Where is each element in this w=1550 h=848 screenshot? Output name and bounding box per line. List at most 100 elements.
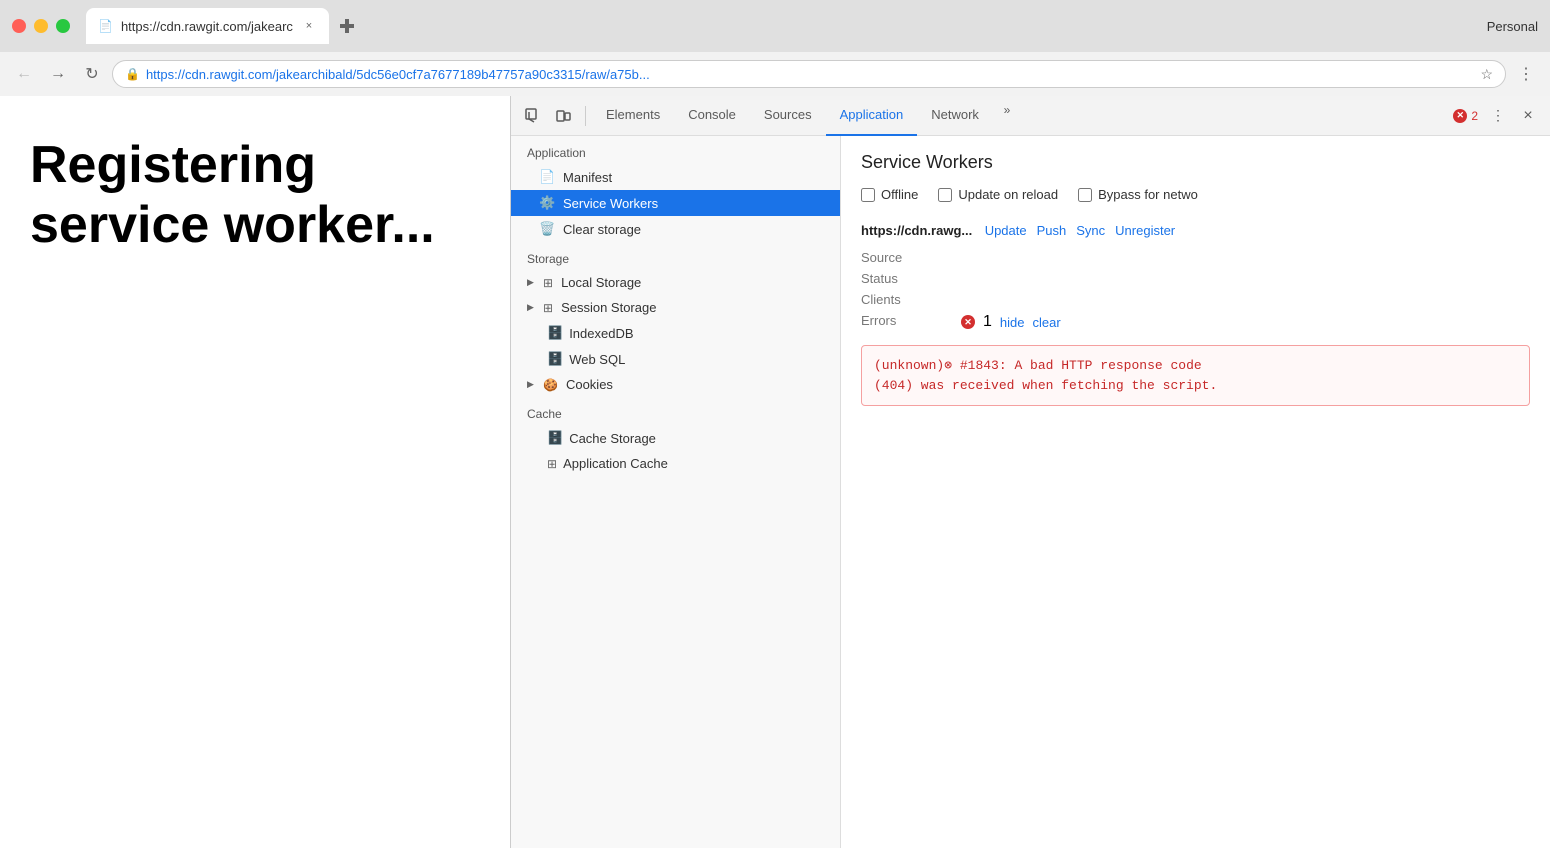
update-on-reload-checkbox[interactable] [938, 188, 952, 202]
minimize-button[interactable] [34, 19, 48, 33]
service-workers-icon: ⚙️ [539, 195, 555, 211]
tab-close-button[interactable]: × [301, 18, 317, 34]
sidebar-item-indexeddb[interactable]: 🗄️ IndexedDB [511, 320, 840, 346]
sw-push-link[interactable]: Push [1037, 223, 1067, 238]
main-content: Registering service worker... [0, 96, 1550, 848]
sw-clear-link[interactable]: clear [1032, 315, 1060, 330]
session-storage-arrow: ▶ [527, 302, 539, 313]
error-icon: ✕ [1453, 109, 1467, 123]
bookmark-button[interactable]: ☆ [1480, 66, 1493, 83]
address-bar[interactable]: 🔒 https://cdn.rawgit.com/jakearchibald/5… [112, 60, 1506, 88]
sw-error-message: (unknown)⊗ #1843: A bad HTTP response co… [874, 358, 1217, 393]
sw-actions: Update Push Sync Unregister [985, 223, 1175, 238]
sidebar-item-cookies[interactable]: ▶ 🍪 Cookies [511, 372, 840, 397]
sidebar-item-local-storage[interactable]: ▶ ⊞ Local Storage [511, 270, 840, 295]
local-storage-label: Local Storage [561, 275, 641, 290]
sw-error-count: 1 [983, 313, 992, 331]
offline-option[interactable]: Offline [861, 187, 918, 202]
application-cache-label: Application Cache [563, 456, 668, 471]
update-on-reload-option[interactable]: Update on reload [938, 187, 1058, 202]
sw-sync-link[interactable]: Sync [1076, 223, 1105, 238]
devtools-close-button[interactable]: × [1514, 102, 1542, 130]
cookies-icon: 🍪 [543, 378, 558, 392]
url-text: https://cdn.rawgit.com/jakearchibald/5dc… [146, 67, 1474, 82]
sidebar-item-cache-storage[interactable]: 🗄️ Cache Storage [511, 425, 840, 451]
panel-title: Service Workers [861, 152, 1530, 173]
status-value [961, 271, 1530, 286]
devtools-tabs: Elements Console Sources Application Net… [592, 96, 1447, 136]
cache-storage-icon: 🗄️ [547, 430, 563, 446]
window-controls [12, 19, 70, 33]
tab-sources[interactable]: Sources [750, 96, 826, 136]
clients-label: Clients [861, 292, 961, 307]
web-sql-icon: 🗄️ [547, 351, 563, 367]
devtools-body: Application 📄 Manifest ⚙️ Service Worker… [511, 136, 1550, 848]
cookies-label: Cookies [566, 377, 613, 392]
offline-checkbox[interactable] [861, 188, 875, 202]
sw-url: https://cdn.rawg... [861, 223, 972, 238]
sidebar-item-service-workers[interactable]: ⚙️ Service Workers [511, 190, 840, 216]
title-bar: 📄 https://cdn.rawgit.com/jakearc × Perso… [0, 0, 1550, 52]
sw-errors-links: hide clear [1000, 315, 1061, 330]
sw-options: Offline Update on reload Bypass for netw… [861, 187, 1530, 202]
close-button[interactable] [12, 19, 26, 33]
devtools-toolbar: Elements Console Sources Application Net… [511, 96, 1550, 136]
heading-line1: Registering [30, 136, 316, 194]
update-on-reload-label: Update on reload [958, 187, 1058, 202]
inspect-element-button[interactable] [519, 102, 547, 130]
device-toolbar-button[interactable] [549, 102, 577, 130]
new-tab-button[interactable] [333, 12, 361, 40]
maximize-button[interactable] [56, 19, 70, 33]
cache-section-header: Cache [511, 397, 840, 425]
source-label: Source [861, 250, 961, 265]
application-cache-icon: ⊞ [547, 457, 557, 471]
sidebar-item-web-sql[interactable]: 🗄️ Web SQL [511, 346, 840, 372]
sidebar-item-application-cache[interactable]: ⊞ Application Cache [511, 451, 840, 476]
service-workers-label: Service Workers [563, 196, 658, 211]
browser-tab[interactable]: 📄 https://cdn.rawgit.com/jakearc × [86, 8, 329, 44]
source-value [961, 250, 1530, 265]
reload-button[interactable]: ↻ [78, 60, 106, 88]
web-sql-label: Web SQL [569, 352, 625, 367]
status-label: Status [861, 271, 961, 286]
service-workers-panel: Service Workers Offline Update on reload… [841, 136, 1550, 848]
tab-network[interactable]: Network [917, 96, 993, 136]
bypass-for-network-checkbox[interactable] [1078, 188, 1092, 202]
bypass-for-network-option[interactable]: Bypass for netwo [1078, 187, 1198, 202]
tab-console[interactable]: Console [674, 96, 750, 136]
forward-button[interactable]: → [44, 60, 72, 88]
tab-elements[interactable]: Elements [592, 96, 674, 136]
clear-storage-icon: 🗑️ [539, 221, 555, 237]
offline-label: Offline [881, 187, 918, 202]
cache-storage-label: Cache Storage [569, 431, 656, 446]
more-options-button[interactable]: ⋮ [1512, 60, 1540, 88]
sw-unregister-link[interactable]: Unregister [1115, 223, 1175, 238]
sidebar-item-manifest[interactable]: 📄 Manifest [511, 164, 840, 190]
sw-hide-link[interactable]: hide [1000, 315, 1025, 330]
local-storage-grid-icon: ⊞ [543, 276, 553, 290]
sw-errors-row: ✕ 1 hide clear [961, 313, 1530, 331]
session-storage-label: Session Storage [561, 300, 656, 315]
back-button[interactable]: ← [10, 60, 38, 88]
devtools-menu-button[interactable]: ⋮ [1484, 102, 1512, 130]
profile-label: Personal [1487, 19, 1538, 34]
tab-title: https://cdn.rawgit.com/jakearc [121, 19, 293, 34]
sidebar-item-clear-storage[interactable]: 🗑️ Clear storage [511, 216, 840, 242]
page-content: Registering service worker... [0, 96, 510, 848]
sw-entry: https://cdn.rawg... Update Push Sync Unr… [861, 222, 1530, 406]
devtools-panel: Elements Console Sources Application Net… [510, 96, 1550, 848]
sw-update-link[interactable]: Update [985, 223, 1027, 238]
security-icon: 🔒 [125, 67, 140, 81]
clear-storage-label: Clear storage [563, 222, 641, 237]
tab-application[interactable]: Application [826, 96, 918, 136]
sw-details: Source Status Clients Errors ✕ 1 hide [861, 250, 1530, 331]
more-tabs-button[interactable]: » [993, 96, 1021, 124]
heading-line2: service worker... [30, 196, 435, 254]
errors-label: Errors [861, 313, 961, 331]
nav-bar: ← → ↻ 🔒 https://cdn.rawgit.com/jakearchi… [0, 52, 1550, 96]
sidebar-item-session-storage[interactable]: ▶ ⊞ Session Storage [511, 295, 840, 320]
error-badge[interactable]: ✕ 2 [1447, 109, 1484, 123]
sw-error-count-icon: ✕ [961, 315, 975, 329]
indexeddb-label: IndexedDB [569, 326, 633, 341]
manifest-icon: 📄 [539, 169, 555, 185]
